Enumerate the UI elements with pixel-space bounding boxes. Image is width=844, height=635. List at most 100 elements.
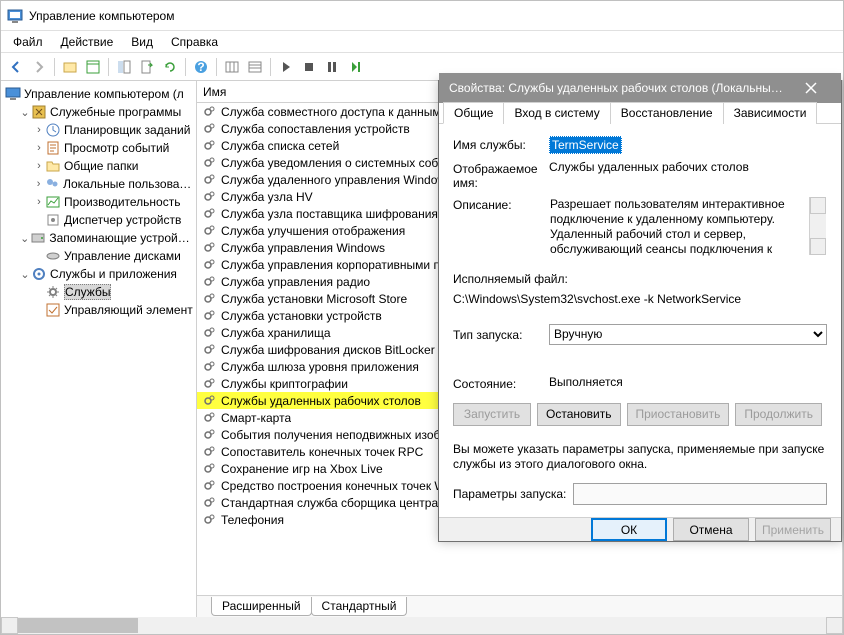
startup-type-combo[interactable]: Вручную: [549, 324, 827, 345]
cancel-button[interactable]: Отмена: [673, 518, 749, 541]
service-name: Служба сопоставления устройств: [221, 122, 410, 136]
dialog-buttons: ОК Отмена Применить: [439, 517, 841, 541]
forward-button[interactable]: [28, 56, 50, 78]
expand-icon[interactable]: ⌄: [19, 106, 31, 119]
tree-item[interactable]: › Планировщик заданий: [3, 121, 194, 139]
tree-item[interactable]: › Локальные пользователи: [3, 175, 194, 193]
filter-button[interactable]: [244, 56, 266, 78]
description-text: Разрешает пользователям интерактивное по…: [550, 197, 785, 256]
menu-view[interactable]: Вид: [123, 33, 161, 51]
scroll-up-button[interactable]: [810, 197, 826, 214]
expand-icon[interactable]: ⌄: [19, 268, 31, 281]
params-input[interactable]: [573, 483, 827, 505]
description-scrollbar[interactable]: [809, 197, 826, 255]
properties-button[interactable]: [82, 56, 104, 78]
tab-extended[interactable]: Расширенный: [211, 597, 312, 616]
tree-item[interactable]: Диспетчер устройств: [3, 211, 194, 229]
back-button[interactable]: [5, 56, 27, 78]
tab-dependencies[interactable]: Зависимости: [723, 102, 818, 124]
service-icon: [201, 376, 217, 392]
service-name: Служба управления радио: [221, 275, 370, 289]
pause-service-button[interactable]: Приостановить: [627, 403, 730, 426]
service-icon: [201, 444, 217, 460]
ok-button[interactable]: ОК: [591, 518, 667, 541]
expand-icon[interactable]: ⌄: [19, 232, 30, 245]
params-label: Параметры запуска:: [453, 487, 573, 501]
tree-item[interactable]: Управляющий элемент: [3, 301, 194, 319]
tree-item-label: Службы и приложения: [50, 267, 177, 281]
export-button[interactable]: [136, 56, 158, 78]
service-icon: [201, 257, 217, 273]
expand-icon[interactable]: ›: [33, 196, 45, 208]
tab-general[interactable]: Общие: [443, 102, 504, 124]
tree-root[interactable]: Управление компьютером (л: [3, 85, 194, 103]
help-button[interactable]: ?: [190, 56, 212, 78]
menu-help[interactable]: Справка: [163, 33, 226, 51]
tree-item[interactable]: ›Производительность: [3, 193, 194, 211]
tree-item-label: Планировщик заданий: [64, 123, 190, 137]
service-name: Сохранение игр на Xbox Live: [221, 462, 383, 476]
service-name: Служба хранилища: [221, 326, 331, 340]
tree-item[interactable]: ⌄ Запоминающие устройства: [3, 229, 194, 247]
start-service-button[interactable]: Запустить: [453, 403, 531, 426]
scroll-right-button[interactable]: [826, 617, 843, 634]
up-button[interactable]: [59, 56, 81, 78]
service-icon: [201, 172, 217, 188]
scroll-down-button[interactable]: [810, 238, 826, 255]
service-name: Сопоставитель конечных точек RPC: [221, 445, 423, 459]
service-icon: [201, 410, 217, 426]
tree-item-label: Локальные пользователи: [63, 177, 194, 191]
refresh-button[interactable]: [159, 56, 181, 78]
tab-logon[interactable]: Вход в систему: [503, 102, 610, 124]
service-icon: [201, 104, 217, 120]
restart-button[interactable]: [344, 56, 366, 78]
resume-service-button[interactable]: Продолжить: [735, 403, 822, 426]
column-name[interactable]: Имя: [203, 85, 226, 99]
expand-icon[interactable]: ›: [33, 124, 45, 136]
expand-icon[interactable]: ›: [33, 160, 45, 172]
expand-icon[interactable]: ›: [33, 142, 45, 154]
tree-item[interactable]: ›Просмотр событий: [3, 139, 194, 157]
tree-item[interactable]: ›Общие папки: [3, 157, 194, 175]
service-name: Служба установки Microsoft Store: [221, 292, 407, 306]
service-name-value[interactable]: TermService: [549, 136, 622, 154]
tree-item-label: Службы: [64, 284, 111, 300]
hscrollbar[interactable]: [1, 617, 843, 634]
scroll-left-button[interactable]: [1, 617, 18, 634]
stop-service-button[interactable]: Остановить: [537, 403, 621, 426]
expand-icon[interactable]: ›: [33, 178, 44, 190]
pause-button[interactable]: [321, 56, 343, 78]
service-name-label: Имя службы:: [453, 136, 549, 152]
display-name-label: Отображаемое имя:: [453, 160, 549, 190]
service-name: Служба управления Windows: [221, 241, 385, 255]
menu-file[interactable]: Файл: [5, 33, 51, 51]
service-icon: [201, 274, 217, 290]
dialog-titlebar[interactable]: Свойства: Службы удаленных рабочих столо…: [439, 81, 841, 97]
service-name: Служба списка сетей: [221, 139, 339, 153]
tab-standard[interactable]: Стандартный: [311, 597, 408, 616]
tree-item[interactable]: ⌄ Службы и приложения: [3, 265, 194, 283]
tree-item[interactable]: Управление дисками: [3, 247, 194, 265]
app-icon: [7, 8, 23, 24]
tab-recovery[interactable]: Восстановление: [610, 102, 724, 124]
service-icon: [201, 223, 217, 239]
tree-item-label: Запоминающие устройства: [49, 231, 194, 245]
stop-button[interactable]: [298, 56, 320, 78]
service-name: Телефония: [221, 513, 284, 527]
tree-item[interactable]: Службы: [3, 283, 194, 301]
description-label: Описание:: [453, 196, 549, 212]
dialog-title: Свойства: Службы удаленных рабочих столо…: [449, 81, 789, 95]
service-name: Службы криптографии: [221, 377, 348, 391]
dialog-tabs: Общие Вход в систему Восстановление Зави…: [439, 97, 841, 124]
service-name: Служба удаленного управления Windows: [221, 173, 452, 187]
menu-action[interactable]: Действие: [53, 33, 122, 51]
service-icon: [201, 308, 217, 324]
service-icon: [201, 155, 217, 171]
columns-button[interactable]: [221, 56, 243, 78]
scroll-thumb[interactable]: [18, 618, 138, 633]
nav-tree[interactable]: Управление компьютером (л ⌄Служебные про…: [1, 81, 197, 617]
tree-item[interactable]: ⌄Служебные программы: [3, 103, 194, 121]
show-hide-button[interactable]: [113, 56, 135, 78]
apply-button[interactable]: Применить: [755, 518, 831, 541]
start-button[interactable]: [275, 56, 297, 78]
